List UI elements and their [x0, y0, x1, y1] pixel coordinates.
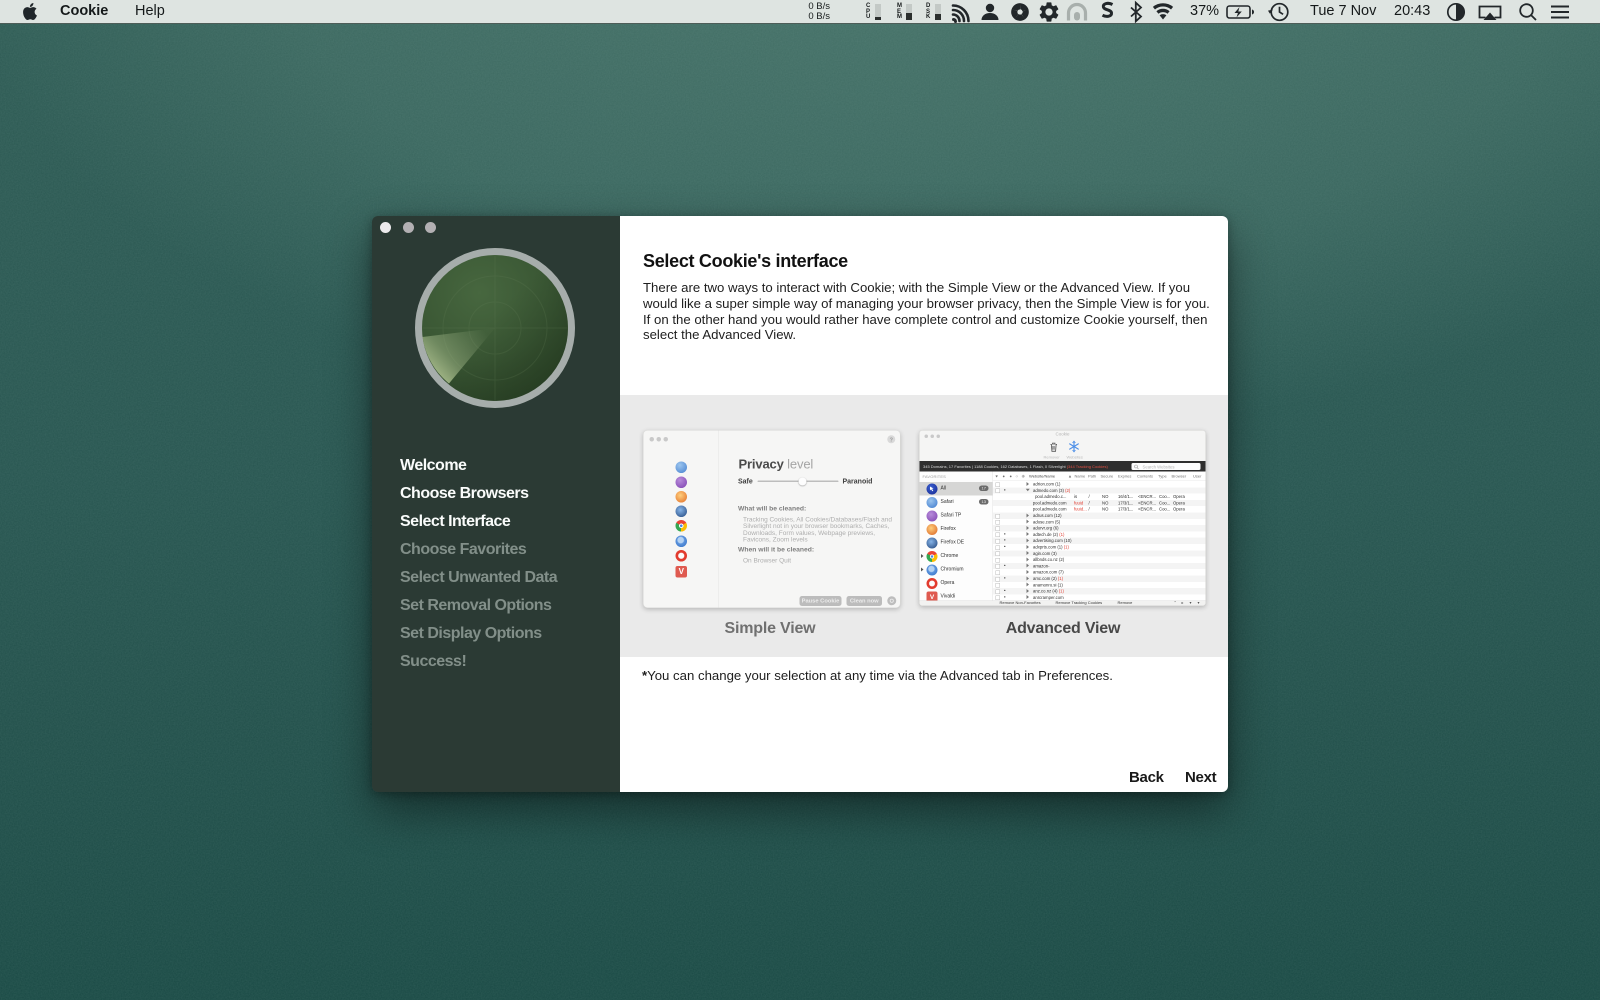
svg-text:?: ? [889, 437, 893, 443]
